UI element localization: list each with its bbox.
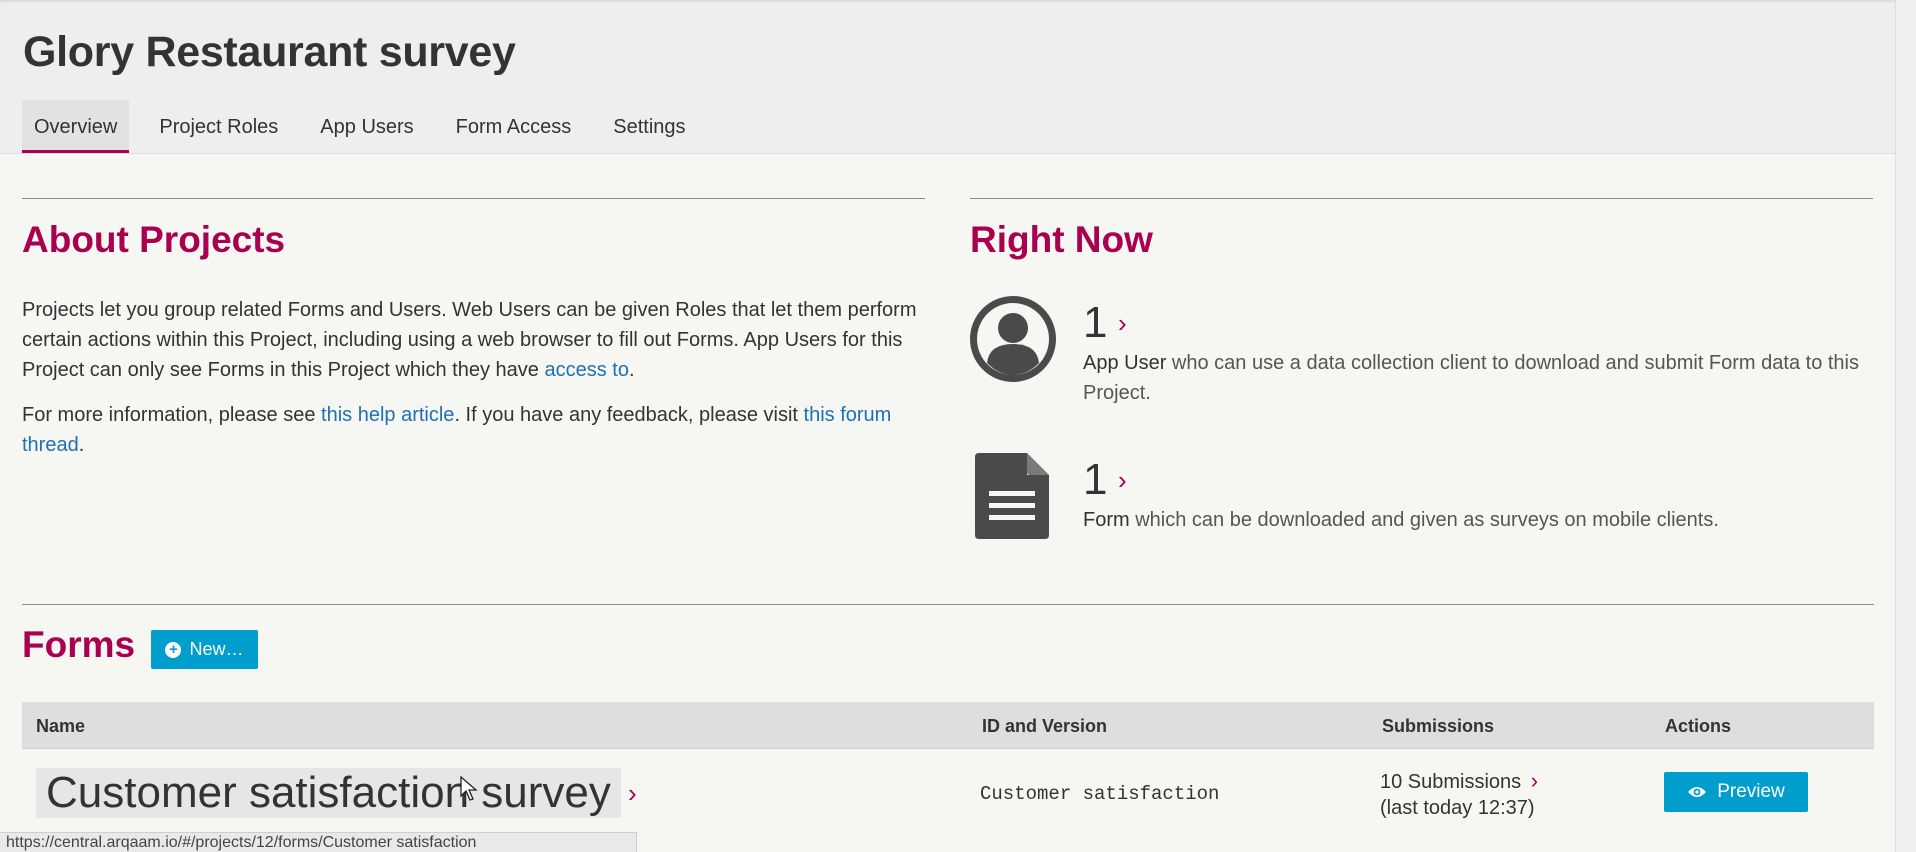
chevron-right-icon[interactable]: ›: [628, 780, 637, 806]
column-header-submissions[interactable]: Submissions: [1382, 716, 1494, 737]
tab-settings[interactable]: Settings: [601, 100, 697, 153]
form-label: Form: [1083, 509, 1130, 531]
preview-button[interactable]: Preview: [1664, 772, 1808, 812]
forms-heading: Forms: [22, 624, 136, 665]
document-icon: [975, 453, 1049, 539]
form-desc-text: which can be downloaded and given as sur…: [1129, 509, 1719, 531]
help-article-link[interactable]: this help article: [321, 404, 454, 426]
forms-table-header: Name ID and Version Submissions Actions: [22, 702, 1874, 749]
chevron-right-icon[interactable]: ›: [1531, 768, 1538, 793]
chevron-right-icon[interactable]: ›: [1118, 310, 1127, 336]
column-header-actions: Actions: [1665, 716, 1732, 736]
divider: [22, 198, 925, 199]
window-scrollbar[interactable]: [1895, 0, 1916, 852]
preview-label: Preview: [1717, 781, 1785, 802]
about-heading: About Projects: [22, 219, 286, 260]
divider: [970, 198, 1873, 199]
about-paragraph: Projects let you group related Forms and…: [22, 295, 922, 385]
last-submission: (last today 12:37): [1380, 797, 1535, 819]
right-now-heading: Right Now: [970, 219, 1153, 260]
column-header-id-version[interactable]: ID and Version: [982, 716, 1107, 737]
access-link[interactable]: access to: [544, 359, 628, 381]
app-user-desc-text: who can use a data collection client to …: [1083, 352, 1859, 404]
tab-bar: Overview Project Roles App Users Form Ac…: [22, 100, 716, 153]
about-text: Projects let you group related Forms and…: [22, 299, 917, 381]
page-header: Glory Restaurant survey Overview Project…: [0, 0, 1916, 154]
tab-form-access[interactable]: Form Access: [444, 100, 584, 153]
app-user-count[interactable]: 1: [1083, 301, 1107, 345]
app-user-label: App User: [1083, 352, 1167, 374]
chevron-right-icon[interactable]: ›: [1118, 467, 1127, 493]
form-count[interactable]: 1: [1083, 458, 1107, 502]
tab-overview[interactable]: Overview: [22, 100, 130, 153]
column-header-name[interactable]: Name: [36, 716, 85, 737]
help-paragraph: For more information, please see this he…: [22, 400, 922, 460]
new-form-label: New…: [189, 639, 244, 659]
status-bar-url: https://central.arqaam.io/#/projects/12/…: [0, 832, 637, 852]
form-name-link[interactable]: Customer satisfaction survey: [36, 768, 621, 818]
help-text-end: .: [78, 434, 85, 456]
tab-app-users[interactable]: App Users: [308, 100, 425, 153]
mouse-cursor-icon: [460, 776, 478, 801]
page-title: Glory Restaurant survey: [23, 28, 516, 76]
user-icon: [970, 296, 1056, 382]
divider: [22, 604, 1874, 605]
form-description: Form which can be downloaded and given a…: [1083, 505, 1873, 535]
plus-circle-icon: +: [165, 641, 182, 658]
eye-icon: [1688, 787, 1707, 797]
submission-count-link[interactable]: 10 Submissions ›: [1380, 768, 1538, 794]
about-text-end: .: [628, 359, 635, 381]
new-form-button[interactable]: + New…: [151, 630, 258, 669]
form-id-version: Customer satisfaction: [980, 783, 1220, 805]
help-text-mid: . If you have any feedback, please visit: [454, 404, 804, 426]
tab-project-roles[interactable]: Project Roles: [147, 100, 290, 153]
submission-count[interactable]: 10 Submissions: [1380, 771, 1521, 793]
app-user-description: App User who can use a data collection c…: [1083, 348, 1873, 408]
help-text: For more information, please see: [22, 404, 322, 426]
